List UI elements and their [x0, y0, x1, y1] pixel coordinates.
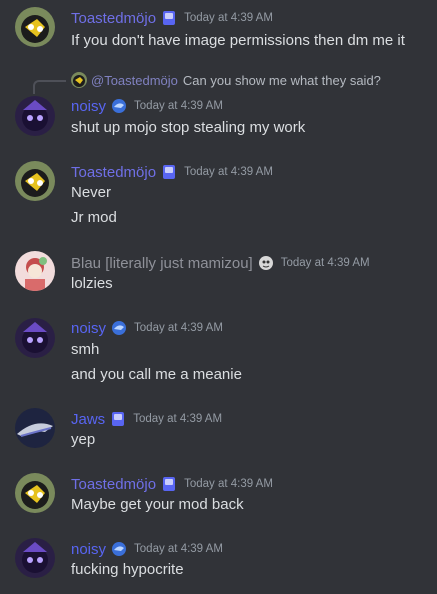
- username[interactable]: noisy: [71, 320, 106, 337]
- timestamp[interactable]: Today at 4:39 AM: [134, 322, 223, 334]
- avatar[interactable]: [15, 251, 55, 291]
- username[interactable]: Blau [literally just mamizou]: [71, 255, 253, 272]
- avatar[interactable]: [15, 408, 55, 448]
- bird-badge-icon: [111, 541, 127, 557]
- message-text: Never: [71, 184, 112, 201]
- message-text: smh: [71, 341, 100, 358]
- message-text: If you don't have image permissions then…: [71, 32, 405, 49]
- username[interactable]: Toastedmöjo: [71, 10, 156, 27]
- username[interactable]: Toastedmöjo: [71, 164, 156, 181]
- character-badge-icon: [258, 255, 274, 271]
- jr-mod-badge-icon: [161, 164, 177, 180]
- timestamp[interactable]: Today at 4:39 AM: [281, 257, 370, 269]
- reply-preview[interactable]: @Toastedmöjo Can you show me what they s…: [71, 70, 381, 90]
- avatar[interactable]: [15, 318, 55, 358]
- avatar[interactable]: [15, 96, 55, 136]
- reply-username[interactable]: @Toastedmöjo: [91, 73, 178, 88]
- timestamp[interactable]: Today at 4:39 AM: [133, 413, 222, 425]
- message-text: Maybe get your mod back: [71, 496, 244, 513]
- message-text: and you call me a meanie: [71, 366, 242, 383]
- jr-mod-badge-icon: [161, 476, 177, 492]
- jr-mod-badge-icon: [161, 10, 177, 26]
- reply-connector: [33, 80, 66, 94]
- reply-avatar: [71, 72, 87, 88]
- message-text: fucking hypocrite: [71, 561, 184, 578]
- username[interactable]: Toastedmöjo: [71, 476, 156, 493]
- timestamp[interactable]: Today at 4:39 AM: [184, 12, 273, 24]
- avatar[interactable]: [15, 7, 55, 47]
- message-text: yep: [71, 431, 96, 448]
- message-text: lolzies: [71, 275, 113, 292]
- avatar[interactable]: [15, 161, 55, 201]
- bird-badge-icon: [111, 98, 127, 114]
- avatar[interactable]: [15, 473, 55, 513]
- timestamp[interactable]: Today at 4:39 AM: [184, 478, 273, 490]
- username[interactable]: noisy: [71, 541, 106, 558]
- timestamp[interactable]: Today at 4:39 AM: [134, 543, 223, 555]
- username[interactable]: noisy: [71, 98, 106, 115]
- timestamp[interactable]: Today at 4:39 AM: [184, 166, 273, 178]
- avatar[interactable]: [15, 538, 55, 578]
- message-text: shut up mojo stop stealing my work: [71, 119, 306, 136]
- jr-mod-badge-icon: [110, 411, 126, 427]
- message-text: Jr mod: [71, 209, 117, 226]
- timestamp[interactable]: Today at 4:39 AM: [134, 100, 223, 112]
- reply-text[interactable]: Can you show me what they said?: [183, 73, 381, 88]
- bird-badge-icon: [111, 320, 127, 336]
- username[interactable]: Jaws: [71, 411, 105, 428]
